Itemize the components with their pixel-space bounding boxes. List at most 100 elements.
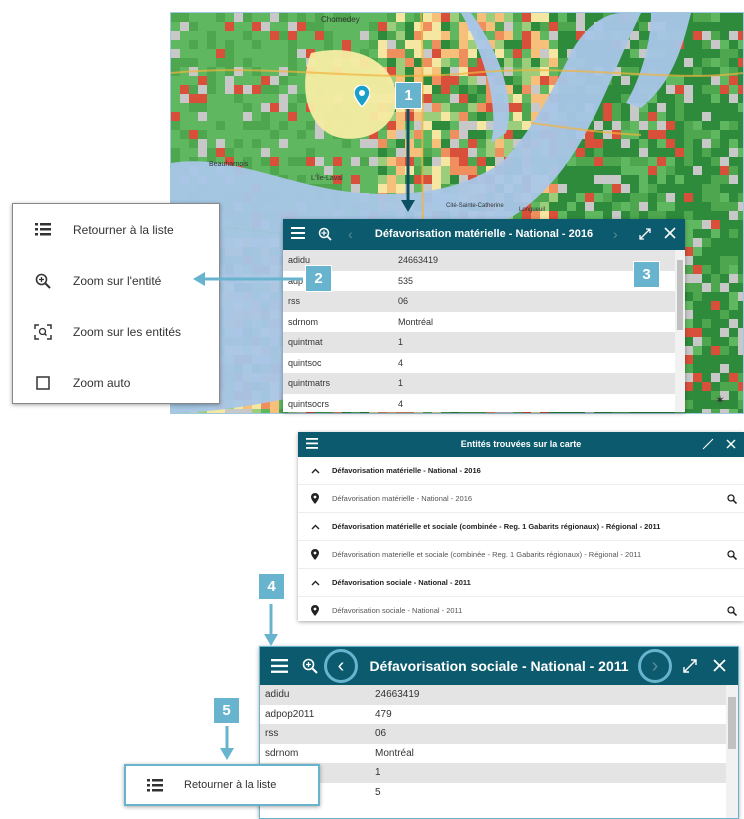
list-item[interactable]: Défavorisation materielle et sociale (co… <box>298 541 744 569</box>
scrollbar[interactable] <box>726 685 738 818</box>
callout-number: 2 <box>305 265 332 292</box>
menu-item-back-to-list[interactable]: Retourner à la liste <box>13 204 219 255</box>
list-row-label: Défavorisation matérielle - National - 2… <box>332 466 481 475</box>
feature-info-title: Défavorisation matérielle - National - 2… <box>374 228 594 240</box>
callout-number: 5 <box>213 697 240 724</box>
list-row-label: Défavorisation matérielle - National - 2… <box>332 494 473 503</box>
feature-info-panel: ‹ Défavorisation matérielle - National -… <box>283 219 685 412</box>
attribute-value: 06 <box>375 728 387 740</box>
previous-icon[interactable]: ‹ <box>348 226 353 242</box>
collapse-icon[interactable] <box>702 438 714 450</box>
attribute-key: rss <box>288 296 300 307</box>
feature-info-panel-2: ‹ Défavorisation sociale - National - 20… <box>259 646 739 819</box>
back-to-list-button[interactable]: Retourner à la liste <box>124 764 320 806</box>
menu-item-label: Zoom sur l'entité <box>73 273 162 288</box>
scrollbar-thumb[interactable] <box>677 260 683 330</box>
found-entities-title: Entités trouvées sur la carte <box>460 439 582 449</box>
attribute-value: 24663419 <box>375 689 420 701</box>
map-control-icon[interactable]: ✶ <box>715 393 725 407</box>
table-row: sdrnom Montréal <box>260 744 726 764</box>
search-icon[interactable] <box>720 549 744 560</box>
search-icon[interactable] <box>720 493 744 504</box>
list-group-header[interactable]: Défavorisation matérielle - National - 2… <box>298 457 744 485</box>
list-icon <box>126 778 184 792</box>
search-icon[interactable] <box>720 605 744 616</box>
table-row: adpop2011 479 <box>260 705 726 725</box>
menu-item-zoom-auto[interactable]: Zoom auto <box>13 357 219 408</box>
menu-icon[interactable] <box>291 227 305 239</box>
attribute-value: 479 <box>375 708 392 720</box>
scrollbar[interactable] <box>675 250 685 412</box>
attribute-key: quintsoc <box>288 357 322 368</box>
menu-icon[interactable] <box>271 659 288 673</box>
list-item[interactable]: Défavorisation matérielle - National - 2… <box>298 485 744 513</box>
map-label-beauharnois: Beauharnois <box>209 161 249 168</box>
callout-number: 3 <box>633 261 660 288</box>
scrollbar-thumb[interactable] <box>728 697 736 749</box>
attribute-value: 24663419 <box>398 255 439 266</box>
table-row: sdrnom Montréal <box>283 312 675 333</box>
table-row: quintmatrs 1 <box>283 373 675 394</box>
chevron-up-icon <box>298 468 332 474</box>
table-row: adp 535 <box>283 271 675 292</box>
table-row: quintsoc 4 <box>283 353 675 374</box>
location-pin-icon <box>298 605 332 616</box>
table-row: quintsocrs 4 <box>283 394 675 413</box>
table-row: adidu 24663419 <box>283 250 675 271</box>
close-icon[interactable] <box>726 439 736 449</box>
attribute-value: 06 <box>398 296 409 307</box>
expand-icon[interactable] <box>638 227 652 241</box>
attribute-key: rss <box>265 728 279 740</box>
list-item[interactable]: Défavorisation sociale - National - 2011 <box>298 597 744 621</box>
menu-item-label: Zoom auto <box>73 375 131 390</box>
attribute-key: adpop2011 <box>265 708 315 720</box>
attribute-value: 1 <box>398 378 404 389</box>
attribute-value: 5 <box>375 786 381 798</box>
menu-item-zoom-entities[interactable]: Zoom sur les entités <box>13 306 219 357</box>
checkbox-icon[interactable] <box>13 375 73 390</box>
attribute-key: quintmatrs <box>288 378 331 389</box>
menu-item-label: Retourner à la liste <box>73 222 174 237</box>
context-menu: Retourner à la liste Zoom sur l'entité Z… <box>12 203 220 404</box>
map-label-cite-sainte-catherine: Cité-Sainte-Catherine <box>446 203 504 209</box>
attribute-key: quintsocrs <box>288 398 330 409</box>
table-row: rss 06 <box>260 724 726 744</box>
attribute-key: quintmat <box>288 337 323 348</box>
expand-icon[interactable] <box>682 658 698 674</box>
attribute-value: Montréal <box>398 316 434 327</box>
attribute-value: 4 <box>398 398 404 409</box>
callout-number: 4 <box>258 573 285 600</box>
chevron-up-icon <box>298 524 332 530</box>
close-icon[interactable] <box>713 659 726 672</box>
menu-icon[interactable] <box>306 438 318 449</box>
zoom-in-icon[interactable] <box>318 227 332 241</box>
list-icon <box>13 223 73 236</box>
next-icon[interactable]: › <box>638 649 672 683</box>
zoom-in-icon[interactable] <box>302 658 318 674</box>
back-to-list-label: Retourner à la liste <box>184 779 277 791</box>
feature-info-header: ‹ Défavorisation matérielle - National -… <box>283 219 685 250</box>
next-icon[interactable]: › <box>613 226 618 242</box>
menu-item-label: Zoom sur les entités <box>73 324 182 339</box>
menu-item-zoom-entity[interactable]: Zoom sur l'entité <box>13 255 219 306</box>
attribute-value: 1 <box>375 767 381 779</box>
location-pin-icon <box>298 549 332 560</box>
previous-icon[interactable]: ‹ <box>324 649 358 683</box>
table-row: quintmat 1 <box>283 332 675 353</box>
location-pin-icon <box>298 493 332 504</box>
attribute-key: adp <box>288 275 304 286</box>
list-group-header[interactable]: Défavorisation matérielle et sociale (co… <box>298 513 744 541</box>
map-label-chomedey: Chomedey <box>321 15 360 24</box>
list-row-label: Défavorisation sociale - National - 2011 <box>332 578 471 587</box>
list-row-label: Défavorisation sociale - National - 2011 <box>332 606 463 615</box>
close-icon[interactable] <box>664 227 676 239</box>
attribute-key: adidu <box>265 689 290 701</box>
zoom-extent-icon <box>13 323 73 340</box>
table-row: 1 <box>260 763 726 783</box>
attribute-table: adidu 24663419 adp 535 rss 06 sdrnom Montréal qu… <box>283 250 675 412</box>
list-group-header[interactable]: Défavorisation sociale - National - 2011 <box>298 569 744 597</box>
list-row-label: Défavorisation materielle et sociale (co… <box>332 550 642 559</box>
map-pin-icon[interactable] <box>354 85 370 107</box>
attribute-value: 1 <box>398 337 404 348</box>
found-entities-panel: Entités trouvées sur la carte Défavorisa… <box>298 432 744 621</box>
